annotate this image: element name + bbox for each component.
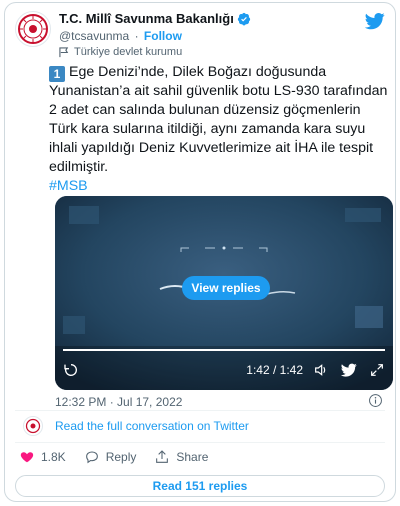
account-name[interactable]: T.C. Millî Savunma Bakanlığı [59,11,234,26]
hashtag-link[interactable]: #MSB [49,178,88,194]
divider [15,442,385,443]
read-conversation-link[interactable]: Read the full conversation on Twitter [55,419,249,433]
like-button[interactable]: 1.8K [19,449,66,465]
tweet-embed-card: T.C. Millî Savunma Bakanlığı @tcsavunma … [4,2,396,502]
mini-avatar [23,416,43,436]
video-player[interactable]: View replies 1:42 / 1:42 [55,196,393,390]
read-replies-button[interactable]: Read 151 replies [15,475,385,497]
reply-icon [85,451,98,464]
separator: · [134,29,139,43]
video-controls-right [313,362,385,378]
tweet-text: 1 Ege Denizi’nde, Dilek Boğazı doğusunda … [49,63,389,196]
share-icon [156,450,169,463]
tweet-body: Ege Denizi’nde, Dilek Boğazı doğusunda Y… [49,64,388,175]
replay-icon[interactable] [63,362,79,378]
tweet-timestamp[interactable]: 12:32 PM · Jul 17, 2022 [55,395,182,409]
follow-button[interactable]: Follow [144,29,182,43]
info-icon[interactable] [368,393,383,408]
avatar[interactable] [15,11,51,47]
twitter-bird-icon[interactable] [365,11,385,31]
name-row: T.C. Millî Savunma Bakanlığı [59,11,251,26]
video-progress-bar[interactable] [63,349,385,351]
tweet-actions: 1.8K Reply Share [19,449,208,465]
video-time: 1:42 / 1:42 [246,363,303,377]
video-controls: 1:42 / 1:42 [63,360,385,380]
tweet-header: T.C. Millî Savunma Bakanlığı @tcsavunma … [15,9,385,61]
share-button[interactable]: Share [154,449,208,465]
divider [15,410,385,411]
heart-icon [20,452,34,463]
volume-icon[interactable] [313,362,329,378]
view-replies-button[interactable]: View replies [182,276,270,300]
share-label: Share [176,450,209,464]
msb-emblem-icon [25,418,41,434]
fullscreen-icon[interactable] [369,362,385,378]
government-label: Türkiye devlet kurumu [59,46,182,58]
government-label-icon [59,46,69,57]
conversation-row: Read the full conversation on Twitter [23,416,249,436]
reply-label: Reply [105,450,137,464]
msb-emblem-icon [18,14,48,44]
government-label-text: Türkiye devlet kurumu [74,46,183,58]
verified-badge-icon [237,12,250,25]
handle-row: @tcsavunma · Follow [59,29,182,43]
video-progress-fill [63,349,385,351]
account-handle[interactable]: @tcsavunma [59,29,129,43]
twitter-icon[interactable] [341,362,357,378]
like-count: 1.8K [41,450,66,464]
number-badge: 1 [49,66,65,82]
reply-button[interactable]: Reply [84,449,137,465]
